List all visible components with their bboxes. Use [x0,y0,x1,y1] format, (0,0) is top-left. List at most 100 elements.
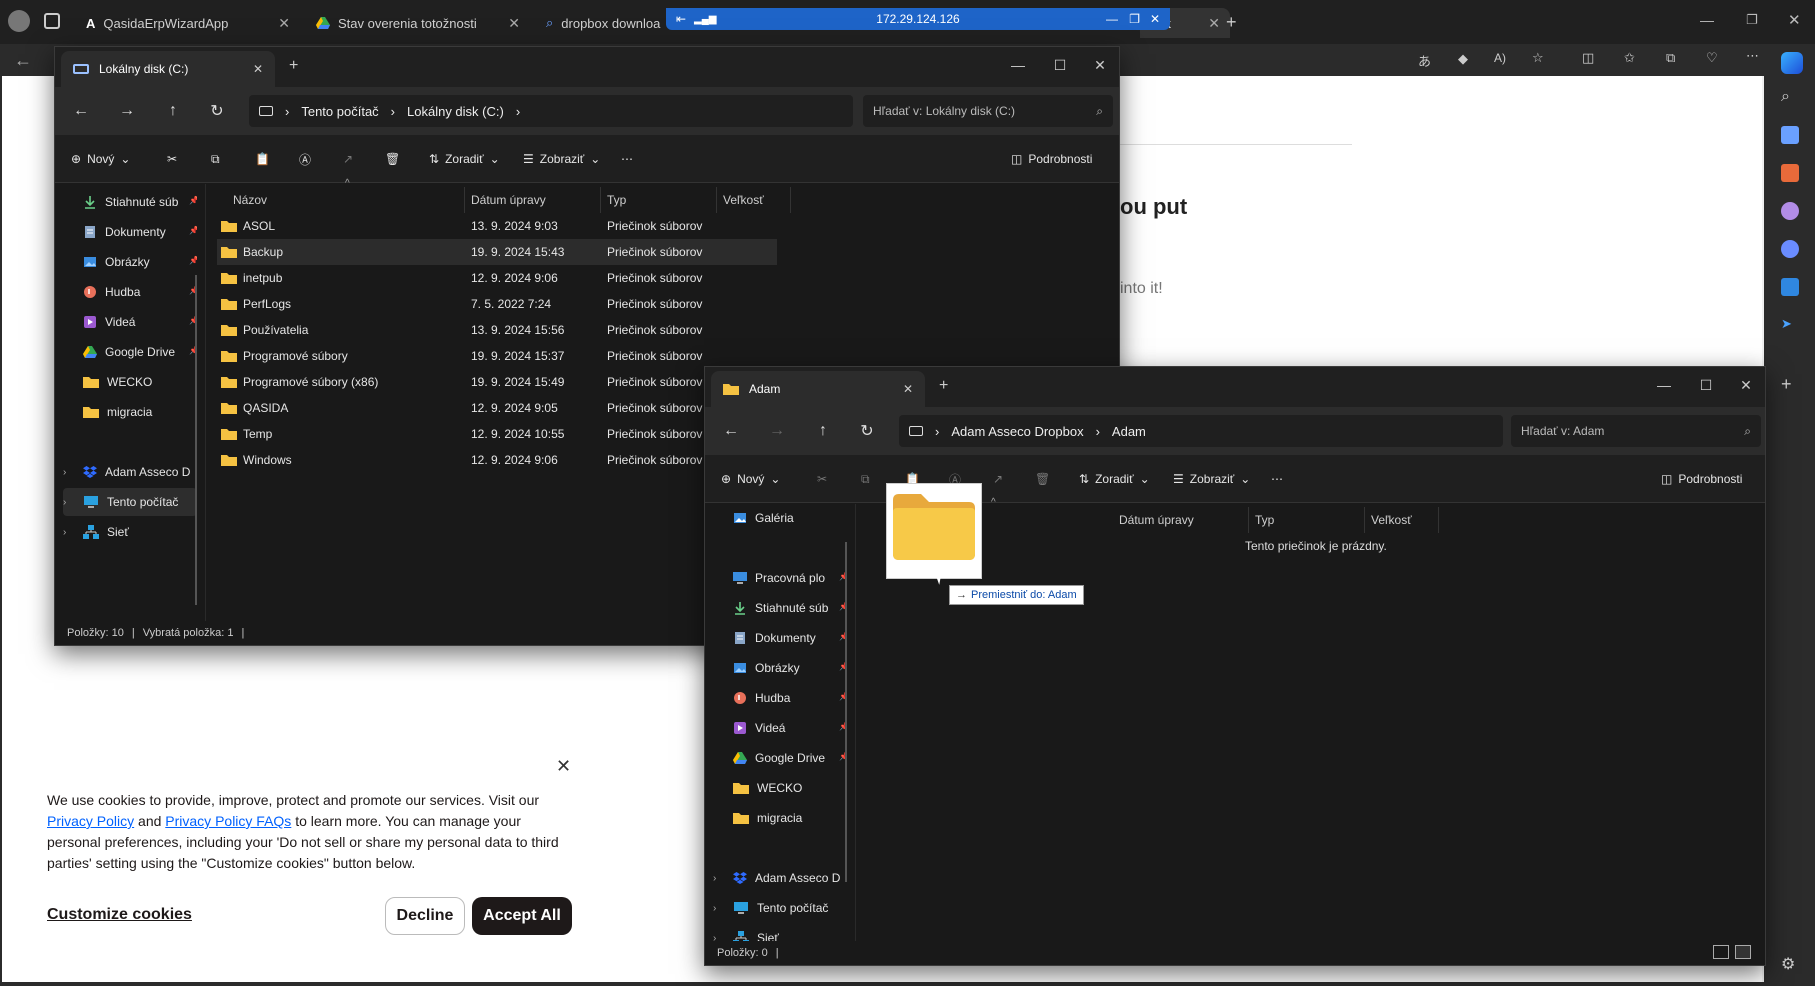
maximize-button[interactable]: ☐ [1685,367,1727,403]
more-button[interactable]: ⋯ [621,147,633,171]
close-icon[interactable]: ✕ [253,62,263,76]
minimize-button[interactable]: — [997,47,1039,83]
games-icon[interactable] [1781,202,1799,220]
close-icon[interactable]: ✕ [556,756,571,777]
forward-icon[interactable]: → [115,99,139,123]
table-row[interactable]: Backup 19. 9. 2024 15:43 Priečinok súborov [217,239,777,265]
nav-item-hudba[interactable]: Hudba 📌 [713,684,847,712]
table-row[interactable]: QASIDA 12. 9. 2024 9:05 Priečinok súborov [217,395,777,421]
new-button[interactable]: ⊕ Nový ⌄ [721,467,780,491]
nav-item-obr-zky[interactable]: Obrázky 📌 [713,654,847,682]
table-row[interactable]: PerfLogs 7. 5. 2022 7:24 Priečinok súborov [217,291,777,317]
up-icon[interactable]: ↑ [811,419,835,443]
column-date[interactable]: Dátum úpravy [1113,507,1249,533]
more-button[interactable]: ⋯ [1271,467,1283,491]
breadcrumb-dropbox[interactable]: Adam Asseco Dropbox [951,424,1083,439]
close-icon[interactable]: ✕ [903,382,913,396]
restore-icon[interactable]: ❐ [1129,12,1140,26]
translate-icon[interactable]: あ [1418,51,1431,70]
table-row[interactable]: Temp 12. 9. 2024 10:55 Priečinok súborov [217,421,777,447]
minimize-button[interactable]: — [1643,367,1685,403]
tiles-view-icon[interactable] [1735,945,1751,959]
column-type[interactable]: Typ [601,187,717,213]
favorite-star-icon[interactable]: ☆ [1532,50,1544,66]
share-button[interactable]: ↗ [993,467,1003,491]
add-icon[interactable]: + [1781,374,1799,394]
address-bar[interactable]: › Adam Asseco Dropbox › Adam [899,415,1503,447]
sort-button[interactable]: ⇅ Zoradiť ⌄ [429,147,500,171]
nav-item-obr-zky[interactable]: Obrázky 📌 [63,248,197,276]
delete-button[interactable]: 🗑 [1035,467,1050,491]
column-size[interactable]: Veľkosť [717,187,791,213]
favorites-icon[interactable]: ✩ [1624,50,1635,66]
nav-item-google-drive[interactable]: Google Drive 📌 [713,744,847,772]
nav-item-vide-[interactable]: Videá 📌 [63,308,197,336]
new-tab-button[interactable]: + [289,57,298,75]
close-icon[interactable]: ✕ [278,15,290,32]
nav-item-stiahnut-s-b[interactable]: Stiahnuté súb 📌 [63,188,197,216]
profile-avatar[interactable] [8,10,30,32]
tools-icon[interactable] [1781,164,1799,182]
column-date[interactable]: Dátum úpravy [465,187,601,213]
maximize-button[interactable]: ☐ [1039,47,1081,83]
close-icon[interactable]: ✕ [1150,12,1160,26]
delete-button[interactable]: 🗑 [385,147,400,171]
accept-all-button[interactable]: Accept All [472,897,572,935]
details-button[interactable]: ◫ Podrobnosti [1661,467,1742,491]
breadcrumb-this-pc[interactable]: Tento počítač [301,104,378,119]
extension-icon[interactable]: ◆ [1458,51,1468,67]
table-row[interactable]: Windows 12. 9. 2024 9:06 Priečinok súborov [217,447,777,473]
nav-item-dokumenty[interactable]: Dokumenty 📌 [713,624,847,652]
close-window-button[interactable]: ✕ [1725,367,1767,403]
view-button[interactable]: ☰ Zobraziť ⌄ [523,147,600,171]
more-icon[interactable]: ⋯ [1746,48,1759,64]
forward-icon[interactable]: → [765,419,789,443]
share-button[interactable]: ↗ [343,147,353,171]
chevron-right-icon[interactable]: › [63,497,75,508]
table-row[interactable]: Používatelia 13. 9. 2024 15:56 Priečinok s… [217,317,777,343]
view-button[interactable]: ☰ Zobraziť ⌄ [1173,467,1250,491]
nav-item-migracia[interactable]: migracia [63,398,197,426]
paste-button[interactable]: 📋 [255,147,270,171]
back-icon[interactable]: ← [14,50,32,71]
details-view-icon[interactable] [1713,945,1729,959]
read-aloud-icon[interactable]: A) [1494,51,1506,65]
rename-button[interactable]: Ⓐ [299,147,311,171]
m365-icon[interactable] [1781,240,1799,258]
browser-tab-search[interactable]: ⌕ dropbox downloa [536,8,676,38]
close-icon[interactable]: ✕ [508,15,520,32]
table-row[interactable]: inetpub 12. 9. 2024 9:06 Priečinok súborov [217,265,777,291]
browser-tab-verification[interactable]: Stav overenia totožnosti ✕ [306,8,530,38]
chevron-right-icon[interactable]: › [63,527,75,538]
copilot-icon[interactable] [1781,52,1803,74]
new-tab-button[interactable]: + [1226,12,1237,33]
sort-button[interactable]: ⇅ Zoradiť ⌄ [1079,467,1150,491]
close-window-button[interactable]: ✕ [1079,47,1121,83]
nav-item-dokumenty[interactable]: Dokumenty 📌 [63,218,197,246]
search-input[interactable]: Hľadať v: Adam ⌕ [1511,415,1761,447]
close-icon[interactable]: ✕ [1208,15,1220,32]
search-icon[interactable]: ⌕ [1781,88,1799,106]
table-row[interactable]: Programové súbory 19. 9. 2024 15:37 Prieči… [217,343,777,369]
nav-item-wecko[interactable]: WECKO [713,774,847,802]
column-type[interactable]: Typ [1249,507,1365,533]
chevron-right-icon[interactable]: › [63,467,75,478]
nav-item-gal-ria[interactable]: Galéria [713,504,847,532]
up-icon[interactable]: ↑ [161,99,185,123]
remote-desktop-bar[interactable]: ⇤ ▂▄▆ 172.29.124.126 — ❐ ✕ [666,8,1170,30]
split-screen-icon[interactable]: ◫ [1582,50,1594,66]
table-row[interactable]: ASOL 13. 9. 2024 9:03 Priečinok súborov [217,213,777,239]
copy-button[interactable]: ⧉ [861,467,870,491]
chevron-right-icon[interactable]: › [713,873,725,884]
decline-button[interactable]: Decline [385,897,465,935]
back-icon[interactable]: ← [719,419,743,443]
nav-item-adam-asseco-d[interactable]: › Adam Asseco D [713,864,847,892]
explorer-tab[interactable]: Adam ✕ [711,371,925,407]
search-input[interactable]: Hľadať v: Lokálny disk (C:) ⌕ [863,95,1113,127]
privacy-policy-link[interactable]: Privacy Policy [47,813,134,829]
back-icon[interactable]: ← [69,99,93,123]
drop-icon[interactable]: ➤ [1781,316,1799,334]
nav-item-adam-asseco-d[interactable]: › Adam Asseco D [63,458,197,486]
explorer-tab[interactable]: Lokálny disk (C:) ✕ [61,51,275,87]
heart-icon[interactable]: ♡ [1706,50,1718,66]
